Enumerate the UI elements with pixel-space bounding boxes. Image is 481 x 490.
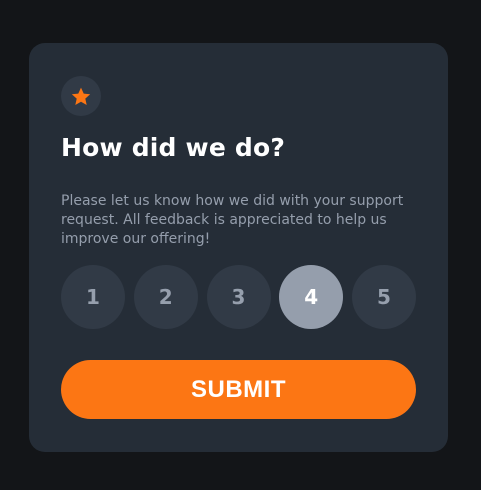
- card-title: How did we do?: [61, 133, 286, 162]
- star-badge: [61, 76, 101, 116]
- rating-button-1[interactable]: 1: [61, 265, 125, 329]
- submit-button[interactable]: SUBMIT: [61, 360, 416, 419]
- card-description: Please let us know how we did with your …: [61, 193, 404, 247]
- rating-options: 1 2 3 4 5: [61, 265, 416, 329]
- star-icon: [71, 87, 91, 105]
- rating-button-3[interactable]: 3: [206, 265, 271, 329]
- rating-button-5[interactable]: 5: [352, 265, 416, 329]
- rating-button-2[interactable]: 2: [133, 265, 198, 329]
- rating-card: How did we do? Please let us know how we…: [29, 43, 448, 452]
- rating-button-4[interactable]: 4: [279, 265, 344, 329]
